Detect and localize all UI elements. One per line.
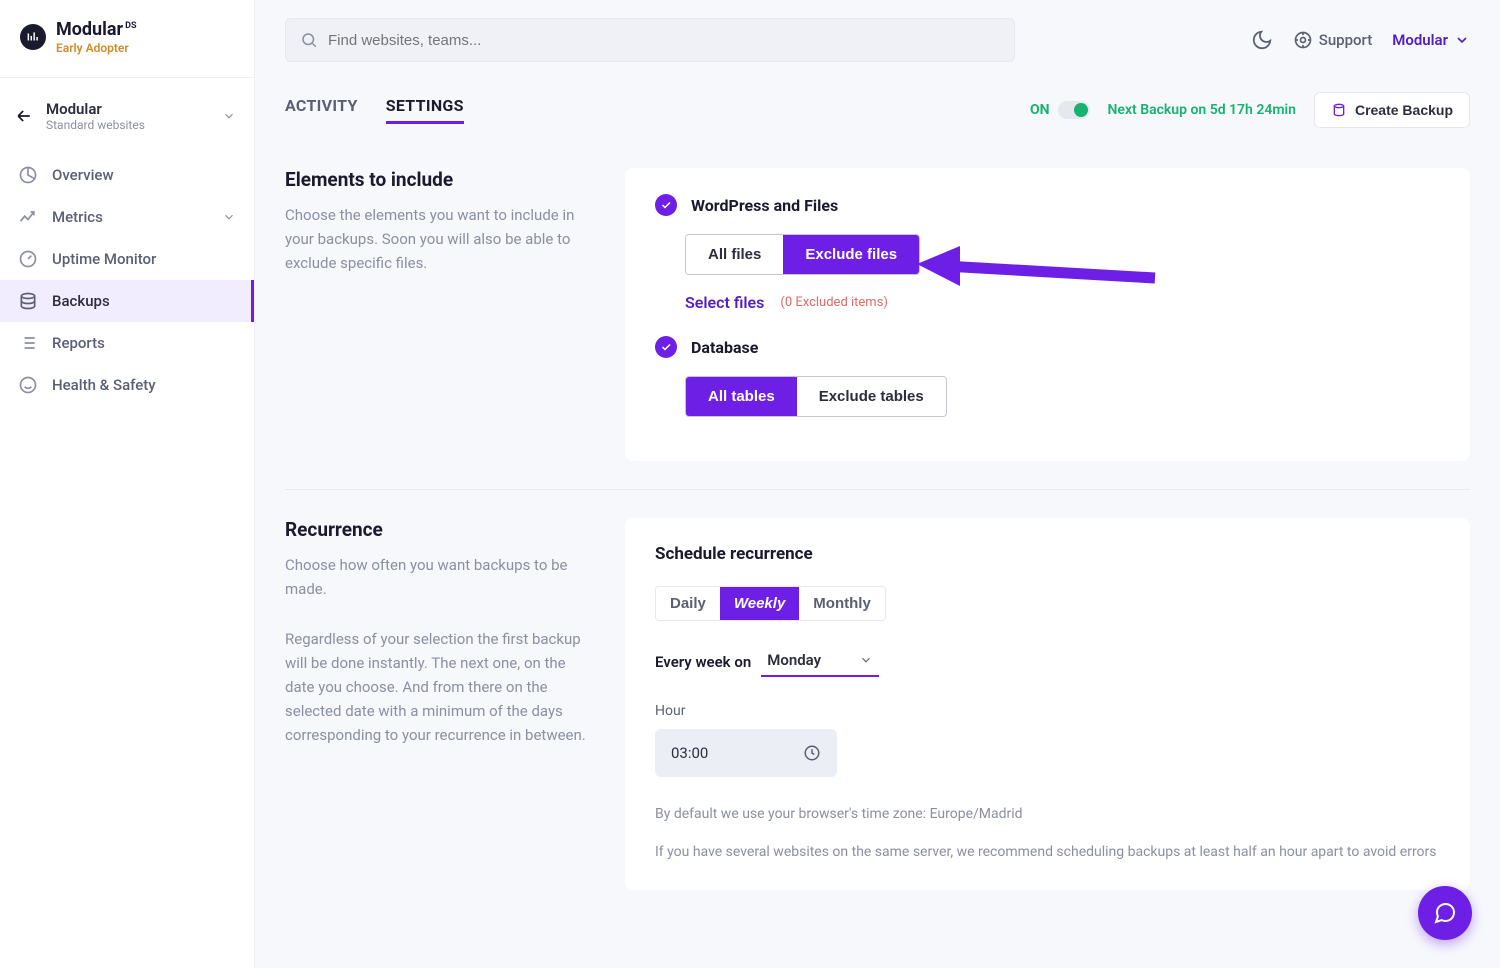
nav-label: Overview — [52, 166, 114, 184]
search-input[interactable] — [328, 32, 1000, 49]
content: Elements to include Choose the elements … — [255, 138, 1500, 930]
theme-toggle-icon[interactable] — [1251, 29, 1273, 51]
exclude-files-button[interactable]: Exclude files — [783, 235, 919, 274]
monthly-button[interactable]: Monthly — [799, 587, 885, 620]
clock-icon — [803, 744, 821, 762]
frequency-group: Daily Weekly Monthly — [655, 586, 886, 621]
user-label: Modular — [1392, 31, 1448, 49]
brand-tagline: Early Adopter — [56, 42, 137, 55]
status-on-label: ON — [1030, 102, 1050, 118]
sidebar-nav: Overview Metrics Uptime Monitor Backups … — [0, 154, 254, 406]
daily-button[interactable]: Daily — [656, 587, 720, 620]
backup-status-toggle[interactable]: ON — [1030, 101, 1090, 119]
create-backup-label: Create Backup — [1355, 102, 1453, 118]
divider — [285, 489, 1470, 490]
files-toggle-group: All files Exclude files — [685, 234, 920, 275]
database-label: Database — [691, 338, 758, 357]
list-icon — [18, 333, 38, 353]
chevron-down-icon — [222, 210, 236, 224]
chat-icon — [1433, 901, 1457, 925]
server-note: If you have several websites on the same… — [655, 841, 1440, 863]
recurrence-desc1: Choose how often you want backups to be … — [285, 553, 595, 601]
divider — [0, 77, 254, 78]
nav-label: Backups — [52, 292, 110, 310]
schedule-title: Schedule recurrence — [655, 544, 1440, 564]
back-arrow-icon — [14, 106, 34, 126]
hour-label: Hour — [655, 703, 1440, 719]
tables-toggle-group: All tables Exclude tables — [685, 376, 947, 417]
brand-suffix: DS — [125, 22, 136, 32]
elements-panel: WordPress and Files All files Exclude fi… — [625, 168, 1470, 461]
metrics-icon — [18, 207, 38, 227]
sidebar-item-health[interactable]: Health & Safety — [0, 364, 254, 406]
chevron-down-icon — [222, 109, 236, 123]
chat-fab[interactable] — [1418, 886, 1472, 940]
tabs: ACTIVITY SETTINGS — [285, 96, 464, 124]
site-selector[interactable]: Modular Standard websites — [0, 92, 254, 148]
all-tables-button[interactable]: All tables — [686, 377, 797, 416]
all-files-button[interactable]: All files — [686, 235, 783, 274]
sidebar-item-overview[interactable]: Overview — [0, 154, 254, 196]
tab-settings[interactable]: SETTINGS — [386, 96, 464, 124]
site-name: Modular — [46, 100, 210, 118]
search-icon — [300, 31, 318, 49]
nav-label: Uptime Monitor — [52, 250, 156, 268]
database-row: Database — [655, 336, 1440, 358]
main-content: Support Modular ACTIVITY SETTINGS ON Nex… — [255, 0, 1500, 968]
weekly-button[interactable]: Weekly — [720, 587, 799, 620]
tab-activity[interactable]: ACTIVITY — [285, 96, 358, 124]
recurrence-desc2: Regardless of your selection the first b… — [285, 627, 595, 747]
day-select[interactable]: Monday — [761, 647, 879, 677]
create-backup-button[interactable]: Create Backup — [1314, 92, 1470, 128]
sidebar-item-metrics[interactable]: Metrics — [0, 196, 254, 238]
wordpress-files-label: WordPress and Files — [691, 196, 838, 215]
pie-icon — [18, 165, 38, 185]
backup-icon — [1331, 102, 1347, 118]
support-link[interactable]: Support — [1293, 30, 1372, 50]
section-elements: Elements to include Choose the elements … — [285, 168, 1470, 461]
support-label: Support — [1319, 31, 1372, 49]
check-icon[interactable] — [655, 194, 677, 216]
elements-title: Elements to include — [285, 168, 595, 191]
topbar: Support Modular — [255, 0, 1500, 74]
database-icon — [18, 291, 38, 311]
chevron-down-icon — [1454, 32, 1470, 48]
search-box[interactable] — [285, 18, 1015, 62]
logo[interactable]: ModularDS Early Adopter — [0, 0, 254, 67]
nav-label: Reports — [52, 334, 105, 352]
nav-label: Health & Safety — [52, 376, 156, 394]
toggle-switch-icon — [1058, 101, 1090, 119]
timezone-note: By default we use your browser's time zo… — [655, 803, 1440, 825]
subheader: ACTIVITY SETTINGS ON Next Backup on 5d 1… — [255, 74, 1500, 138]
hour-value: 03:00 — [671, 744, 708, 762]
site-sub: Standard websites — [46, 118, 210, 132]
sidebar-item-backups[interactable]: Backups — [0, 280, 254, 322]
sidebar-item-reports[interactable]: Reports — [0, 322, 254, 364]
wordpress-files-row: WordPress and Files — [655, 194, 1440, 216]
section-recurrence: Recurrence Choose how often you want bac… — [285, 518, 1470, 890]
day-value: Monday — [767, 651, 821, 669]
user-menu[interactable]: Modular — [1392, 31, 1470, 49]
gauge-icon — [18, 249, 38, 269]
exclude-tables-button[interactable]: Exclude tables — [797, 377, 946, 416]
check-icon[interactable] — [655, 336, 677, 358]
sidebar-item-uptime[interactable]: Uptime Monitor — [0, 238, 254, 280]
elements-desc: Choose the elements you want to include … — [285, 203, 595, 275]
chevron-down-icon — [859, 653, 873, 667]
every-week-label: Every week on — [655, 653, 751, 671]
next-backup-time: Next Backup on 5d 17h 24min — [1108, 102, 1296, 118]
hour-input[interactable]: 03:00 — [655, 729, 837, 777]
select-files-link[interactable]: Select files — [685, 293, 764, 312]
nav-label: Metrics — [52, 208, 103, 226]
recurrence-title: Recurrence — [285, 518, 595, 541]
recurrence-panel: Schedule recurrence Daily Weekly Monthly… — [625, 518, 1470, 890]
excluded-count: (0 Excluded items) — [780, 295, 888, 310]
logo-icon — [20, 24, 46, 50]
sidebar: ModularDS Early Adopter Modular Standard… — [0, 0, 255, 968]
brand-name: Modular — [56, 20, 123, 40]
smile-icon — [18, 375, 38, 395]
support-icon — [1293, 30, 1313, 50]
